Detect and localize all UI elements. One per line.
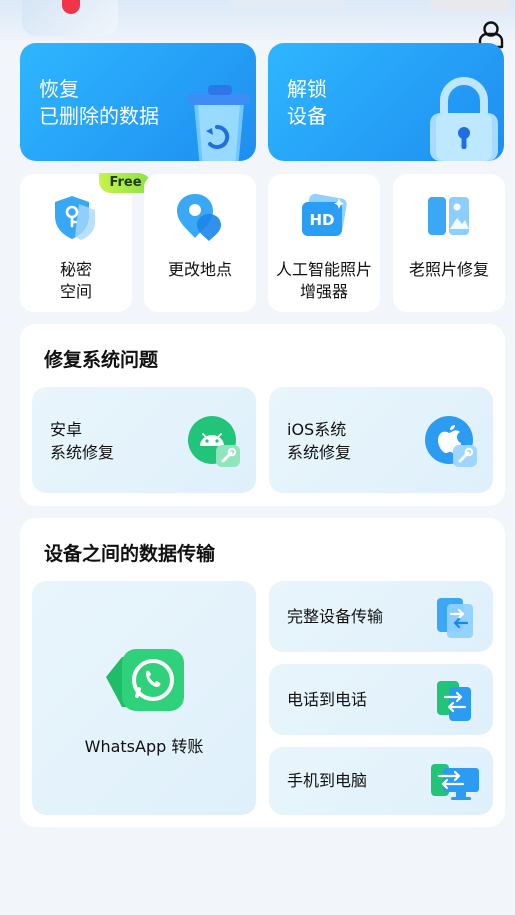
old-photo-icon [428, 195, 469, 238]
banner-strip [430, 0, 510, 12]
full-device-transfer-card[interactable]: 完整设备传输 [269, 581, 493, 652]
change-location-label: 更改地点 [144, 259, 256, 281]
data-transfer-title: 设备之间的数据传输 [44, 543, 216, 565]
old-photo-repair-label-line1: 老照片修复 [408, 260, 489, 279]
android-repair-label-line1: 安卓 [50, 420, 83, 439]
ai-photo-enhancer-tile[interactable]: HD 人工智能照片 增强器 [268, 174, 380, 312]
ai-photo-enhancer-label: 人工智能照片 增强器 [268, 259, 380, 303]
old-photo-repair-tile[interactable]: 老照片修复 [393, 174, 505, 312]
unlock-device-card[interactable]: 解锁 设备 [268, 43, 504, 161]
ios-repair-label-line1: iOS系统 [287, 420, 347, 439]
system-repair-panel: 修复系统问题 安卓 系统修复 iOS系统 系统修复 [20, 324, 505, 506]
android-repair-label: 安卓 系统修复 [50, 418, 114, 464]
secret-space-icon [55, 196, 95, 240]
banner-strip [230, 0, 345, 8]
unlock-card-title-line1: 解锁 [287, 77, 327, 101]
ios-repair-card[interactable]: iOS系统 系统修复 [269, 387, 493, 493]
phone-to-phone-icon [437, 681, 471, 721]
ios-repair-label: iOS系统 系统修复 [287, 418, 351, 464]
recover-card-title-line1: 恢复 [39, 77, 79, 101]
whatsapp-transfer-label: WhatsApp 转账 [84, 737, 204, 756]
data-transfer-panel: 设备之间的数据传输 WhatsApp 转账 完整设备传输 电话到电话 手机到电脑 [20, 518, 505, 827]
old-photo-repair-label: 老照片修复 [393, 259, 505, 281]
android-repair-card[interactable]: 安卓 系统修复 [32, 387, 256, 493]
whatsapp-icon [106, 649, 184, 711]
phone-to-phone-label: 电话到电话 [287, 690, 368, 709]
top-decoration [0, 0, 515, 40]
whatsapp-transfer-card[interactable]: WhatsApp 转账 [32, 581, 256, 815]
secret-space-label-line2: 空间 [59, 282, 92, 301]
secret-space-label: 秘密 空间 [20, 259, 132, 303]
full-device-transfer-label: 完整设备传输 [287, 607, 384, 626]
android-repair-icon [188, 416, 240, 467]
android-repair-label-line2: 系统修复 [50, 443, 115, 462]
trash-bin-icon [188, 85, 250, 161]
recover-card-title-line2: 已删除的数据 [39, 104, 159, 128]
unlock-card-title-line2: 设备 [287, 104, 327, 128]
unlock-card-title: 解锁 设备 [287, 76, 327, 130]
phone-to-phone-card[interactable]: 电话到电话 [269, 664, 493, 735]
ai-photo-enhancer-label-line2: 增强器 [299, 282, 348, 301]
ios-repair-label-line2: 系统修复 [287, 443, 352, 462]
secret-space-tile[interactable]: Free 秘密 空间 [20, 173, 152, 312]
phone-to-pc-label: 手机到电脑 [287, 771, 368, 790]
ios-repair-icon [425, 416, 477, 467]
svg-text:HD: HD [309, 211, 334, 229]
location-icon [177, 194, 221, 241]
hd-photo-icon: HD [302, 193, 347, 236]
recover-card-title: 恢复 已删除的数据 [39, 76, 159, 130]
system-repair-title: 修复系统问题 [44, 349, 159, 371]
recover-deleted-data-card[interactable]: 恢复 已删除的数据 [20, 43, 256, 161]
secret-space-label-line1: 秘密 [59, 260, 92, 279]
device-transfer-icon [437, 598, 473, 638]
phone-to-pc-icon [431, 764, 479, 800]
change-location-tile[interactable]: 更改地点 [144, 174, 256, 312]
ai-photo-enhancer-label-line1: 人工智能照片 [275, 260, 372, 279]
padlock-icon [430, 77, 498, 161]
phone-to-pc-card[interactable]: 手机到电脑 [269, 747, 493, 815]
change-location-label-line1: 更改地点 [167, 260, 232, 279]
